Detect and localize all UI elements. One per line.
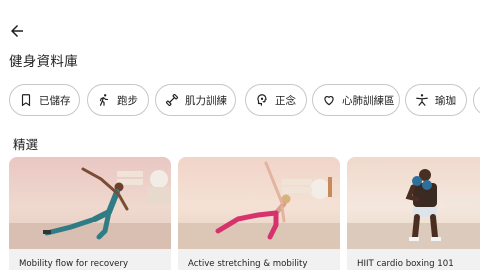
running-icon — [99, 94, 109, 106]
chip-mindfulness[interactable]: 正念 — [245, 84, 307, 116]
chip-cardio[interactable]: 心肺訓練區 — [312, 84, 400, 116]
bookmark-icon — [21, 94, 31, 107]
card-title: Mobility flow for recovery — [19, 259, 129, 269]
section-title: 精選 — [13, 137, 39, 152]
category-chips: 已儲存 跑步 肌力訓練 正念 心肺訓練區 瑜珈 — [9, 84, 480, 116]
card-title: HIIT cardio boxing 101 — [357, 259, 454, 269]
arrow-left-icon — [11, 25, 23, 37]
chip-label: 正念 — [275, 94, 296, 107]
mindfulness-icon — [257, 94, 267, 106]
workout-thumbnail — [347, 157, 480, 249]
workout-card-stretching[interactable]: Active stretching & mobility — [178, 157, 340, 270]
chip-strength[interactable]: 肌力訓練 — [155, 84, 236, 116]
chip-saved[interactable]: 已儲存 — [9, 84, 80, 116]
dumbbell-icon — [165, 93, 179, 107]
card-title: Active stretching & mobility — [188, 259, 308, 269]
chip-label: 已儲存 — [39, 94, 71, 107]
workout-card-mobility[interactable]: Mobility flow for recovery — [9, 157, 171, 270]
back-button[interactable] — [8, 22, 26, 40]
yoga-icon — [416, 94, 428, 106]
chip-label: 肌力訓練 — [185, 94, 227, 107]
chip-label: 心肺訓練區 — [342, 94, 395, 107]
chip-running[interactable]: 跑步 — [87, 84, 149, 116]
chip-more[interactable] — [473, 84, 480, 116]
workout-thumbnail — [9, 157, 171, 249]
chip-label: 瑜珈 — [435, 94, 456, 107]
heart-icon — [324, 96, 334, 106]
workout-card-boxing[interactable]: HIIT cardio boxing 101 — [347, 157, 480, 270]
chip-label: 跑步 — [117, 94, 138, 107]
chip-yoga[interactable]: 瑜珈 — [405, 84, 467, 116]
page-title: 健身資料庫 — [9, 54, 78, 70]
workout-thumbnail — [178, 157, 340, 249]
